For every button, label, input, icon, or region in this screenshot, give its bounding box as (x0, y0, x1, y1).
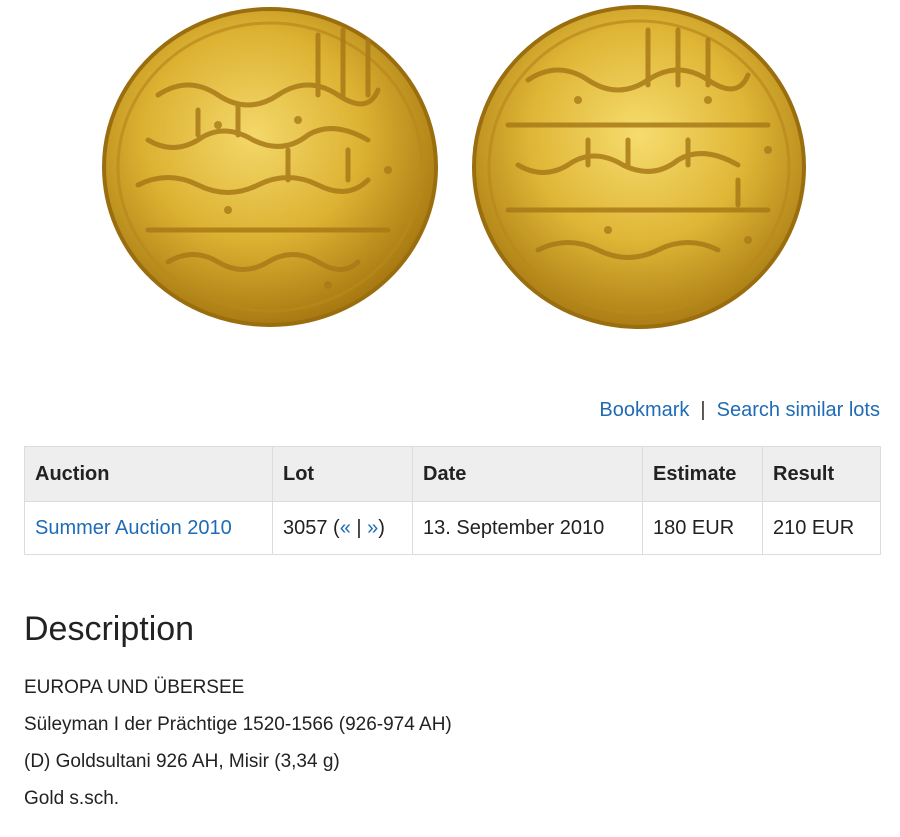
auction-cell: Summer Auction 2010 (24, 501, 273, 555)
coin-image[interactable] (88, 0, 814, 338)
actions-separator: | (700, 399, 706, 421)
description-line: Gold s.sch. (24, 788, 120, 809)
column-header-lot: Lot (272, 446, 413, 502)
column-header-result: Result (762, 446, 881, 502)
coin-photo (102, 5, 806, 329)
table-header-row: Auction Lot Date Estimate Result (24, 446, 881, 502)
lot-cell: 3057 (« | ») (272, 501, 413, 555)
description-body: EUROPA UND ÜBERSEE Süleyman I der Prächt… (24, 677, 452, 825)
result-cell: 210 EUR (762, 501, 881, 555)
coin-obverse (102, 7, 438, 327)
description-line: Süleyman I der Prächtige 1520-1566 (926-… (24, 714, 452, 735)
lot-actions: Bookmark | Search similar lots (599, 399, 880, 422)
column-header-auction: Auction (24, 446, 273, 502)
coin-reverse (472, 5, 806, 329)
column-header-estimate: Estimate (642, 446, 763, 502)
bookmark-link[interactable]: Bookmark (599, 399, 689, 421)
search-similar-lots-link[interactable]: Search similar lots (717, 399, 880, 421)
lot-info-table: Auction Lot Date Estimate Result Summer … (24, 446, 881, 555)
next-lot-link[interactable]: » (367, 517, 378, 539)
lot-number: 3057 (283, 516, 328, 539)
previous-lot-link[interactable]: « (340, 517, 351, 539)
description-heading: Description (24, 610, 195, 648)
estimate-cell: 180 EUR (642, 501, 763, 555)
auction-link[interactable]: Summer Auction 2010 (35, 517, 232, 539)
lot-nav-separator: | (356, 516, 362, 539)
date-cell: 13. September 2010 (412, 501, 643, 555)
column-header-date: Date (412, 446, 643, 502)
description-line: EUROPA UND ÜBERSEE (24, 677, 245, 698)
description-line: (D) Goldsultani 926 AH, Misir (3,34 g) (24, 751, 340, 772)
table-row: Summer Auction 2010 3057 (« | ») 13. Sep… (24, 501, 881, 555)
